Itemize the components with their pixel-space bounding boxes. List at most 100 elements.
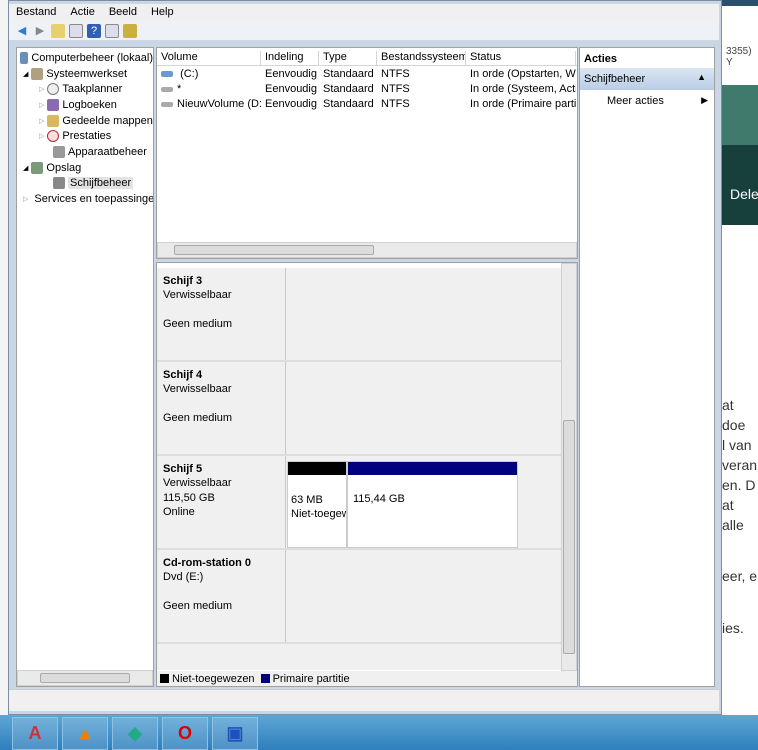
cell-fs: NTFS	[381, 67, 410, 80]
column-bestandssysteem[interactable]: Bestandssysteem	[377, 51, 466, 65]
security-shield-icon[interactable]: ◆	[112, 717, 158, 750]
computer-management-taskbar-icon[interactable]: ▣	[212, 717, 258, 750]
tree-item-prestaties[interactable]: ▷ Prestaties	[17, 128, 153, 144]
properties-icon[interactable]	[123, 24, 137, 38]
column-volume[interactable]: Volume	[157, 51, 261, 65]
tree-item-opslag[interactable]: ◢ Opslag	[17, 160, 153, 176]
toolbar: ◀ ▶ ?	[9, 22, 719, 41]
partition-unallocated[interactable]: 63 MB Niet-toegewezen	[287, 461, 347, 548]
disk-name: Schijf 4	[163, 369, 203, 381]
vlc-icon[interactable]: ▲	[62, 717, 108, 750]
menu-beeld[interactable]: Beeld	[102, 4, 144, 22]
cell-status: In orde (Opstarten, Wi	[470, 67, 576, 80]
partition-label: Niet-toegewezen	[291, 508, 346, 520]
computer-icon	[20, 51, 29, 64]
tree-item-logboeken[interactable]: ▷ Logboeken	[17, 97, 153, 113]
back-icon[interactable]: ◀	[15, 24, 29, 38]
disk-row-schijf-3[interactable]: Schijf 3 Verwisselbaar Geen medium	[157, 268, 561, 362]
table-row[interactable]: (C:) Eenvoudig Standaard NTFS In orde (Opsta…	[157, 66, 577, 81]
help-icon[interactable]: ?	[87, 24, 101, 38]
column-status[interactable]: Status	[466, 51, 576, 65]
disk-name: Cd-rom-station 0	[163, 557, 251, 569]
column-type[interactable]: Type	[319, 51, 377, 65]
disk-status: Geen medium	[163, 599, 233, 612]
table-row[interactable]: * Eenvoudig Standaard NTFS In orde (Systeem,…	[157, 81, 577, 96]
legend-label: Primaire partitie	[272, 672, 350, 685]
performance-icon	[47, 130, 60, 143]
navigation-tree: Computerbeheer (lokaal) ◢ Systeemwerkset …	[16, 47, 154, 687]
actions-section-schijfbeheer[interactable]: Schijfbeheer ▲	[580, 68, 714, 90]
cell-volume: NieuwVolume (D:)	[177, 97, 261, 110]
tree-item-apparaatbeheer[interactable]: Apparaatbeheer	[17, 144, 153, 160]
menu-bar: Bestand Actie Beeld Help	[9, 4, 719, 22]
disk-type: Verwisselbaar	[163, 289, 232, 302]
cell-volume: (C:)	[180, 67, 199, 80]
disk-name: Schijf 5	[163, 463, 203, 475]
background-text: eer, e	[722, 568, 758, 584]
cell-type: Standaard	[323, 97, 374, 110]
clock-icon	[47, 83, 60, 96]
menu-help[interactable]: Help	[144, 4, 181, 22]
tree-label: Gedeelde mappen	[62, 114, 153, 127]
tree-item-systeemwerkset[interactable]: ◢ Systeemwerkset	[17, 66, 153, 82]
tree-item-gedeelde-mappen[interactable]: ▷ Gedeelde mappen	[17, 113, 153, 129]
action-label: Meer acties	[607, 95, 664, 107]
status-bar	[9, 689, 719, 711]
legend-label: Niet-toegewezen	[172, 672, 255, 685]
partition-primary[interactable]: 115,44 GB	[347, 461, 518, 548]
disk-type: Verwisselbaar	[163, 383, 232, 396]
cell-fs: NTFS	[381, 97, 410, 110]
opera-icon[interactable]: O	[162, 717, 208, 750]
disk-row-schijf-4[interactable]: Schijf 4 Verwisselbaar Geen medium	[157, 362, 561, 456]
cell-indeling: Eenvoudig	[265, 67, 317, 80]
disk-row-cdrom-0[interactable]: Cd-rom-station 0 Dvd (E:) Geen medium	[157, 550, 561, 644]
tree-item-services[interactable]: ▷ Services en toepassingen	[17, 191, 153, 207]
tree-label: Computerbeheer (lokaal)	[31, 51, 153, 64]
volume-list-horizontal-scrollbar[interactable]	[157, 242, 577, 258]
column-indeling[interactable]: Indeling	[261, 51, 319, 65]
disk-status: Geen medium	[163, 317, 233, 330]
tree-label: Opslag	[46, 161, 82, 174]
taskbar-app-icon[interactable]: A	[12, 717, 58, 750]
volume-icon	[161, 70, 173, 77]
background-link[interactable]: at alle	[722, 495, 758, 535]
actions-title: Acties	[584, 53, 618, 65]
table-row[interactable]: NieuwVolume (D:) Eenvoudig Standaard NTFS In…	[157, 96, 577, 111]
cell-status: In orde (Systeem, Acti	[470, 82, 576, 95]
volume-icon	[161, 101, 173, 107]
background-text: veran	[722, 457, 758, 473]
tree-item-schijfbeheer[interactable]: Schijfbeheer	[17, 176, 153, 192]
section-label: Schijfbeheer	[584, 73, 646, 85]
background-page: 3355) Y Dele at doe l van veran en. D at…	[722, 0, 758, 750]
background-text: en. D	[722, 477, 756, 493]
disk-status: Online	[163, 505, 195, 518]
up-folder-icon[interactable]	[51, 24, 65, 38]
tools-icon	[31, 67, 44, 80]
menu-bestand[interactable]: Bestand	[9, 4, 63, 22]
legend-swatch-unallocated	[160, 674, 169, 683]
disk-view-vertical-scrollbar[interactable]	[561, 263, 577, 671]
tree-horizontal-scrollbar[interactable]	[17, 670, 153, 686]
tree-item-computerbeheer[interactable]: Computerbeheer (lokaal)	[17, 50, 153, 66]
event-log-icon	[47, 98, 60, 111]
action-meer-acties[interactable]: Meer acties ▶	[580, 90, 714, 107]
cell-indeling: Eenvoudig	[265, 82, 317, 95]
submenu-arrow-icon: ▶	[701, 95, 708, 105]
background-button[interactable]: Dele	[730, 186, 758, 202]
volume-icon	[161, 86, 173, 92]
disk-type: Dvd (E:)	[163, 571, 204, 584]
menu-actie[interactable]: Actie	[63, 4, 101, 22]
show-hide-action-icon[interactable]	[105, 24, 119, 38]
collapse-icon[interactable]: ▲	[697, 72, 706, 82]
shared-folder-icon	[47, 114, 60, 127]
actions-pane: Acties Schijfbeheer ▲ Meer acties ▶	[579, 47, 715, 687]
tree-label: Systeemwerkset	[46, 67, 128, 80]
disk-row-schijf-5[interactable]: Schijf 5 Verwisselbaar 115,50 GB Online 63 …	[157, 456, 561, 550]
show-hide-tree-icon[interactable]	[69, 24, 83, 38]
disk-type: Verwisselbaar	[163, 477, 232, 490]
disk-size: 115,50 GB	[163, 491, 215, 504]
tree-label: Prestaties	[62, 130, 112, 143]
forward-icon[interactable]: ▶	[33, 24, 47, 38]
tree-item-taakplanner[interactable]: ▷ Taakplanner	[17, 81, 153, 97]
background-text: at doe	[722, 397, 746, 433]
